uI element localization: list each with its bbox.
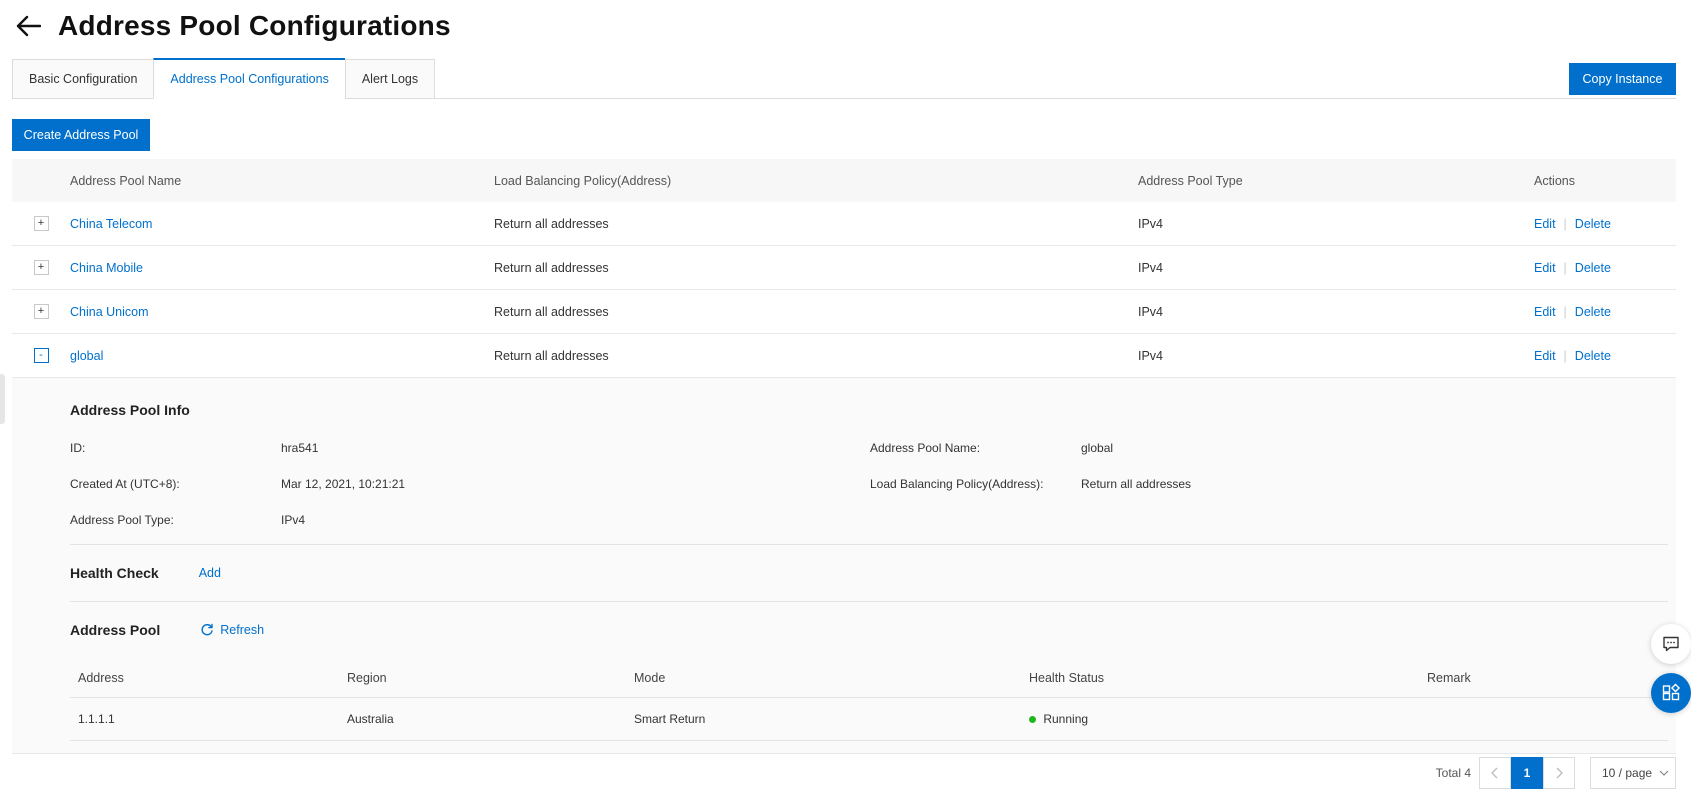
pool-name-link[interactable]: global — [70, 349, 103, 363]
health-check-title: Health Check — [70, 565, 159, 581]
pool-name-label: Address Pool Name: — [870, 441, 981, 455]
tab-bar: Basic Configuration Address Pool Configu… — [12, 58, 436, 99]
chevron-right-icon — [1556, 767, 1563, 779]
tab-alert-logs[interactable]: Alert Logs — [344, 59, 436, 99]
address-value: 1.1.1.1 — [78, 712, 115, 726]
column-header-actions: Actions — [1534, 173, 1575, 188]
created-at-value: Mar 12, 2021, 10:21:21 — [281, 477, 406, 491]
page-size-value: 10 / page — [1602, 766, 1653, 780]
column-header-remark: Remark — [1427, 670, 1471, 685]
pool-type: IPv4 — [1138, 260, 1164, 275]
action-separator: | — [1563, 348, 1567, 363]
delete-link[interactable]: Delete — [1575, 305, 1611, 319]
column-header-name: Address Pool Name — [70, 173, 182, 188]
table-row: + China Unicom Return all addresses IPv4… — [12, 290, 1676, 334]
table-row: - global Return all addresses IPv4 Edit … — [12, 334, 1676, 378]
pool-type-value: IPv4 — [281, 513, 306, 527]
delete-link[interactable]: Delete — [1575, 217, 1611, 231]
pool-type: IPv4 — [1138, 304, 1164, 319]
expand-row-button[interactable]: + — [33, 216, 49, 231]
address-table-header: Address Region Mode Health Status Remark — [70, 658, 1668, 698]
mode-value: Smart Return — [634, 712, 706, 726]
action-separator: | — [1563, 304, 1567, 319]
pool-type: IPv4 — [1138, 348, 1164, 363]
address-pool-section: Address Pool Refresh — [70, 602, 1668, 658]
pool-name-link[interactable]: China Telecom — [70, 217, 152, 231]
policy-value: Return all addresses — [1081, 477, 1192, 491]
pool-type-label: Address Pool Type: — [70, 513, 174, 527]
page-header: Address Pool Configurations — [12, 6, 451, 46]
region-value: Australia — [347, 712, 394, 726]
expanded-row-detail: Address Pool Info ID: hra541 Address Poo… — [12, 378, 1676, 754]
chevron-down-icon — [1659, 770, 1669, 776]
refresh-button[interactable]: Refresh — [200, 623, 264, 637]
prev-page-button[interactable] — [1479, 757, 1511, 789]
created-at-label: Created At (UTC+8): — [70, 477, 180, 491]
next-page-button[interactable] — [1543, 757, 1575, 789]
address-pool-title: Address Pool — [70, 622, 161, 638]
health-status: Running — [1029, 712, 1427, 726]
pool-type: IPv4 — [1138, 216, 1164, 231]
expand-row-button[interactable]: + — [33, 304, 49, 319]
copy-instance-button[interactable]: Copy Instance — [1569, 63, 1676, 95]
page-title: Address Pool Configurations — [58, 10, 451, 41]
health-status-value: Running — [1043, 712, 1089, 726]
table-header: Address Pool Name Load Balancing Policy(… — [12, 159, 1676, 202]
apps-icon — [1662, 683, 1681, 701]
pool-policy: Return all addresses — [494, 304, 609, 319]
pool-policy: Return all addresses — [494, 348, 609, 363]
address-pool-table: Address Pool Name Load Balancing Policy(… — [12, 159, 1676, 754]
back-button[interactable] — [12, 10, 44, 42]
id-label: ID: — [70, 441, 86, 455]
address-row: 1.1.1.1 Australia Smart Return Running — [70, 698, 1668, 741]
pool-name-link[interactable]: China Mobile — [70, 261, 143, 275]
column-header-address: Address — [78, 670, 124, 685]
page-size-select[interactable]: 10 / page — [1590, 757, 1676, 789]
delete-link[interactable]: Delete — [1575, 261, 1611, 275]
status-dot — [1029, 716, 1036, 723]
column-header-type: Address Pool Type — [1138, 173, 1243, 188]
action-separator: | — [1563, 216, 1567, 231]
chat-button[interactable] — [1651, 624, 1691, 664]
refresh-label: Refresh — [220, 623, 265, 637]
apps-button[interactable] — [1651, 673, 1691, 713]
edit-link[interactable]: Edit — [1534, 349, 1556, 363]
pool-policy: Return all addresses — [494, 260, 609, 275]
table-row: + China Mobile Return all addresses IPv4… — [12, 246, 1676, 290]
refresh-icon — [201, 623, 213, 636]
policy-label: Load Balancing Policy(Address): — [870, 477, 1044, 491]
edit-link[interactable]: Edit — [1534, 217, 1556, 231]
column-header-region: Region — [347, 670, 387, 685]
expand-row-button[interactable]: + — [33, 260, 49, 275]
side-collapse-handle[interactable] — [0, 374, 5, 424]
address-pool-info-title: Address Pool Info — [70, 402, 190, 418]
pagination: Total 4 1 10 / page — [1436, 757, 1676, 789]
edit-link[interactable]: Edit — [1534, 261, 1556, 275]
total-count: Total 4 — [1435, 766, 1471, 780]
delete-link[interactable]: Delete — [1575, 349, 1611, 363]
pool-name-value: global — [1081, 441, 1114, 455]
add-health-check-link[interactable]: Add — [199, 566, 221, 580]
edit-link[interactable]: Edit — [1534, 305, 1556, 319]
table-row: + China Telecom Return all addresses IPv… — [12, 202, 1676, 246]
pool-name-link[interactable]: China Unicom — [70, 305, 149, 319]
page-number-current[interactable]: 1 — [1511, 757, 1543, 789]
column-header-health-status: Health Status — [1029, 670, 1105, 685]
pool-policy: Return all addresses — [494, 216, 609, 231]
column-header-mode: Mode — [634, 670, 666, 685]
action-separator: | — [1563, 260, 1567, 275]
back-arrow-icon — [16, 15, 41, 37]
create-address-pool-button[interactable]: Create Address Pool — [12, 119, 150, 151]
tab-basic-configuration[interactable]: Basic Configuration — [12, 59, 154, 99]
column-header-policy: Load Balancing Policy(Address) — [494, 173, 672, 188]
collapse-row-button[interactable]: - — [33, 348, 49, 363]
health-check-section: Health Check Add — [70, 545, 1668, 601]
tab-address-pool-configurations[interactable]: Address Pool Configurations — [153, 58, 345, 99]
chevron-left-icon — [1491, 767, 1498, 779]
chat-icon — [1663, 636, 1679, 652]
address-pool-info: ID: hra541 Address Pool Name: global Cre… — [70, 430, 1668, 538]
id-value: hra541 — [281, 441, 319, 455]
